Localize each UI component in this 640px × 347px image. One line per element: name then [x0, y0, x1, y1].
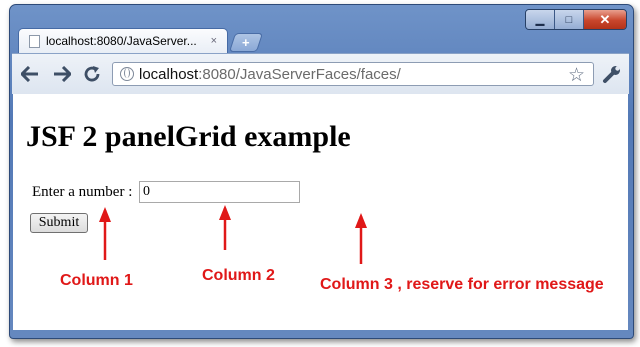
url-text: localhost:8080/JavaServerFaces/faces/ — [139, 65, 401, 83]
submit-button[interactable]: Submit — [30, 213, 88, 233]
tab-close-icon[interactable]: × — [211, 35, 217, 47]
back-icon[interactable] — [20, 64, 40, 84]
forward-icon[interactable] — [52, 64, 72, 84]
column-3-annotation: Column 3 , reserve for error message — [320, 276, 604, 293]
column-2-annotation: Column 2 — [202, 267, 275, 284]
page-icon — [120, 67, 134, 81]
window-controls: ▁ □ ✕ — [525, 9, 627, 30]
arrow-up-icon — [219, 205, 231, 250]
number-label: Enter a number : — [32, 184, 133, 200]
column-1-annotation: Column 1 — [60, 272, 133, 289]
page-content: JSF 2 panelGrid example Enter a number :… — [13, 94, 628, 330]
address-bar[interactable]: localhost:8080/JavaServerFaces/faces/ ☆ — [112, 62, 594, 86]
wrench-icon[interactable] — [602, 64, 622, 90]
page-heading: JSF 2 panelGrid example — [26, 120, 351, 153]
browser-tab[interactable]: localhost:8080/JavaServer... × — [18, 28, 228, 53]
reload-icon[interactable] — [82, 64, 102, 84]
minimize-button[interactable]: ▁ — [526, 10, 555, 29]
tab-title: localhost:8080/JavaServer... — [46, 34, 197, 48]
arrow-up-icon — [355, 213, 367, 264]
browser-toolbar: localhost:8080/JavaServerFaces/faces/ ☆ — [12, 53, 629, 94]
star-icon[interactable]: ☆ — [568, 64, 585, 87]
arrow-up-icon — [99, 207, 111, 260]
maximize-button[interactable]: □ — [555, 10, 584, 29]
close-button[interactable]: ✕ — [584, 10, 626, 29]
page-icon — [29, 34, 40, 48]
number-input[interactable] — [139, 181, 300, 203]
plus-icon: + — [242, 35, 250, 50]
